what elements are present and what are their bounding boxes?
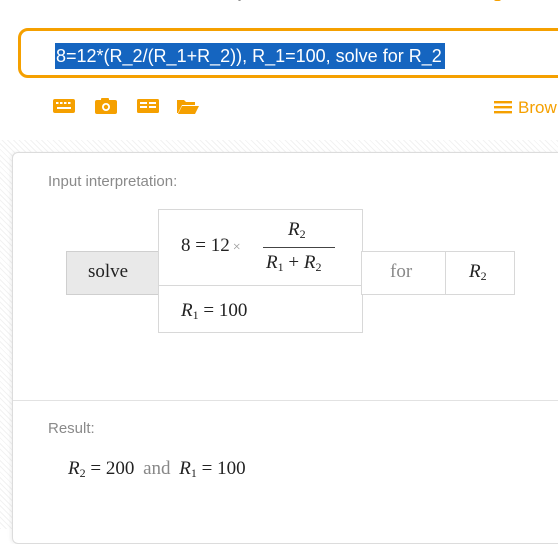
top-edge: [0, 0, 558, 6]
result-label: Result:: [48, 420, 95, 437]
for-label: for: [390, 261, 413, 282]
condition-equation: R1 = 100: [181, 300, 248, 322]
keyboard-icon[interactable]: [52, 96, 76, 116]
table-icon[interactable]: [136, 96, 160, 116]
query-text[interactable]: 8=12*(R_2/(R_1+R_2)), R_1=100, solve for…: [55, 43, 445, 69]
browse-label[interactable]: Brow: [518, 98, 557, 117]
input-interpretation-label: Input interpretation:: [48, 173, 178, 190]
fraction-denominator: R1 + R2: [266, 252, 322, 274]
folder-open-icon[interactable]: [176, 96, 200, 116]
section-divider: [13, 400, 558, 401]
browse-examples-link[interactable]: Brow: [494, 98, 557, 118]
query-input[interactable]: 8=12*(R_2/(R_1+R_2)), R_1=100, solve for…: [18, 28, 558, 78]
menu-icon: [494, 101, 512, 114]
fraction-bar: [263, 247, 335, 248]
solve-label: solve: [88, 261, 129, 282]
fraction-numerator: R2: [288, 219, 306, 241]
result-equation: R2 = 200 and R1 = 100: [68, 458, 246, 480]
target-variable: R2: [469, 261, 487, 283]
camera-icon[interactable]: [94, 96, 118, 116]
equation-left: 8 = 12 ×: [181, 235, 241, 256]
